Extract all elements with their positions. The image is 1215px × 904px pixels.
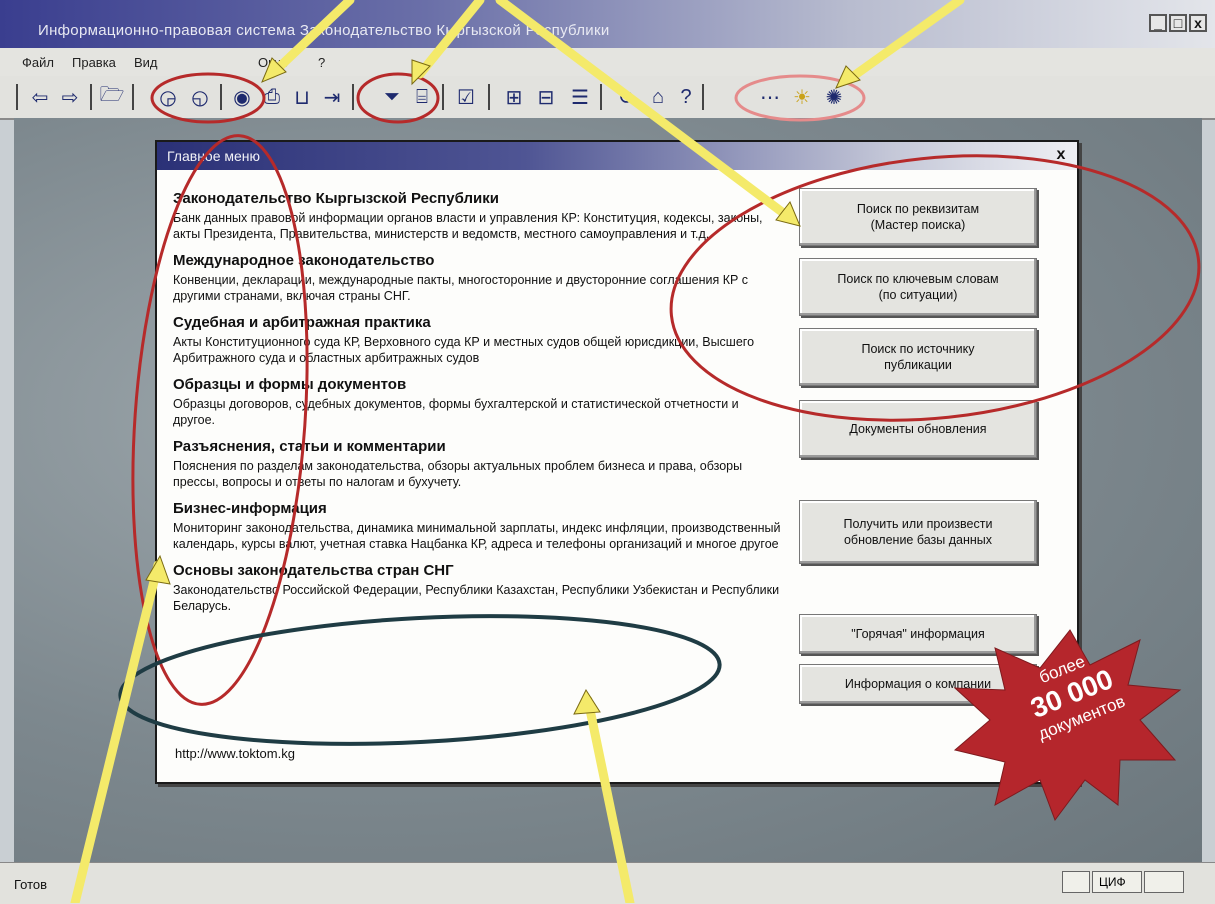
- dialog-titlebar: Главное меню x: [157, 142, 1077, 170]
- num-lock-indicator: ЦИФ: [1092, 871, 1142, 893]
- section-description: Образцы договоров, судебных документов, …: [173, 397, 739, 427]
- section-heading[interactable]: Разъяснения, статьи и комментарии: [173, 438, 783, 456]
- search-folders-icon[interactable]: ◵: [186, 83, 214, 111]
- window-controls: _ □ x: [1149, 14, 1207, 32]
- toolbar-separator: [352, 84, 354, 110]
- company-info-button[interactable]: Информация о компании: [799, 664, 1037, 704]
- section-international[interactable]: Международное законодательство Конвенции…: [173, 252, 783, 304]
- website-link[interactable]: http://www.toktom.kg: [175, 746, 295, 761]
- refresh-icon[interactable]: ↻: [612, 83, 640, 111]
- web-icon[interactable]: ◉: [228, 83, 256, 111]
- section-business-info[interactable]: Бизнес-информация Мониторинг законодател…: [173, 500, 783, 552]
- toolbar: ⇦ ⇨ 🗁 ◶ ◵ ◉ ⎙ ⊔ ⇥ ⏷ ⌸ ☑ ⊞ ⊟ ☰ ↻ ⌂ ? ⋯ ☀ …: [0, 76, 1215, 120]
- section-explanations[interactable]: Разъяснения, статьи и комментарии Поясне…: [173, 438, 783, 490]
- section-description: Банк данных правовой информации органов …: [173, 211, 763, 241]
- section-description: Конвенции, декларации, международные пак…: [173, 273, 749, 303]
- menu-view[interactable]: Вид: [134, 55, 158, 70]
- search-icon[interactable]: ◶: [154, 83, 182, 111]
- update-database-button[interactable]: Получить или произвести обновление базы …: [799, 500, 1037, 564]
- search-by-source-button[interactable]: Поиск по источнику публикации: [799, 328, 1037, 386]
- section-judicial[interactable]: Судебная и арбитражная практика Акты Кон…: [173, 314, 783, 366]
- section-description: Пояснения по разделам законодательства, …: [173, 459, 743, 489]
- swirl-icon[interactable]: ✺: [820, 83, 848, 111]
- section-heading[interactable]: Законодательство Кыргызской Республики: [173, 190, 783, 208]
- toolbar-separator: [220, 84, 222, 110]
- book-icon[interactable]: ⊔: [288, 83, 316, 111]
- dialog-title: Главное меню: [167, 148, 261, 164]
- menu-file[interactable]: Файл: [22, 55, 54, 70]
- menu-edit[interactable]: Правка: [72, 55, 116, 70]
- toolbar-separator: [442, 84, 444, 110]
- help-icon[interactable]: ?: [672, 83, 700, 111]
- section-heading[interactable]: Основы законодательства стран СНГ: [173, 562, 783, 580]
- bookmark-icon[interactable]: ⌸: [408, 83, 436, 111]
- menu-window[interactable]: Окно: [258, 55, 288, 70]
- status-cell: [1062, 871, 1090, 893]
- toolbar-separator: [16, 84, 18, 110]
- next-icon[interactable]: ⇥: [318, 83, 346, 111]
- hot-info-button[interactable]: "Горячая" информация: [799, 614, 1037, 654]
- section-description: Акты Конституционного суда КР, Верховног…: [173, 335, 755, 365]
- close-window-button[interactable]: x: [1189, 14, 1207, 32]
- section-templates[interactable]: Образцы и формы документов Образцы догов…: [173, 376, 783, 428]
- print-icon[interactable]: ⎙: [258, 83, 286, 111]
- window-titlebar: Информационно-правовая система Законодат…: [0, 0, 1215, 48]
- menu-bar: Файл Правка Вид Окно ?: [0, 48, 1215, 77]
- list-icon[interactable]: ☰: [566, 83, 594, 111]
- section-heading[interactable]: Судебная и арбитражная практика: [173, 314, 783, 332]
- toolbar-separator: [488, 84, 490, 110]
- open-folder-icon[interactable]: 🗁: [98, 83, 126, 111]
- update-documents-button[interactable]: Документы обновления: [799, 400, 1037, 458]
- section-heading[interactable]: Международное законодательство: [173, 252, 783, 270]
- tree-alt-icon[interactable]: ⊟: [532, 83, 560, 111]
- status-text: Готов: [14, 877, 48, 892]
- section-description: Законодательство Российской Федерации, Р…: [173, 583, 780, 613]
- section-heading[interactable]: Образцы и формы документов: [173, 376, 783, 394]
- minimize-button[interactable]: _: [1149, 14, 1167, 32]
- window-title: Информационно-правовая система Законодат…: [38, 22, 610, 39]
- toolbar-separator: [90, 84, 92, 110]
- dialog-close-button[interactable]: x: [1051, 145, 1071, 165]
- toolbar-separator: [702, 84, 704, 110]
- checkbox-icon[interactable]: ☑: [452, 83, 480, 111]
- sun-icon[interactable]: ☀: [788, 83, 816, 111]
- home-icon[interactable]: ⌂: [644, 83, 672, 111]
- toolbar-separator: [600, 84, 602, 110]
- section-heading[interactable]: Бизнес-информация: [173, 500, 783, 518]
- section-description: Мониторинг законодательства, динамика ми…: [173, 521, 781, 551]
- maximize-button[interactable]: □: [1169, 14, 1187, 32]
- forward-icon[interactable]: ⇨: [56, 83, 84, 111]
- main-menu-dialog: Главное меню x Законодательство Кыргызск…: [155, 140, 1079, 784]
- status-bar: Готов ЦИФ: [0, 862, 1215, 904]
- search-by-keywords-button[interactable]: Поиск по ключевым словам (по ситуации): [799, 258, 1037, 316]
- section-cis-legislation[interactable]: Основы законодательства стран СНГ Законо…: [173, 562, 783, 614]
- status-cell: [1144, 871, 1184, 893]
- filter-icon[interactable]: ⏷: [378, 83, 406, 111]
- toolbar-separator: [132, 84, 134, 110]
- dots-icon[interactable]: ⋯: [756, 83, 784, 111]
- tree-icon[interactable]: ⊞: [500, 83, 528, 111]
- menu-help[interactable]: ?: [318, 55, 325, 70]
- back-icon[interactable]: ⇦: [26, 83, 54, 111]
- section-kr-legislation[interactable]: Законодательство Кыргызской Республики Б…: [173, 190, 783, 242]
- search-by-details-button[interactable]: Поиск по реквизитам (Мастер поиска): [799, 188, 1037, 246]
- section-list: Законодательство Кыргызской Республики Б…: [173, 190, 783, 624]
